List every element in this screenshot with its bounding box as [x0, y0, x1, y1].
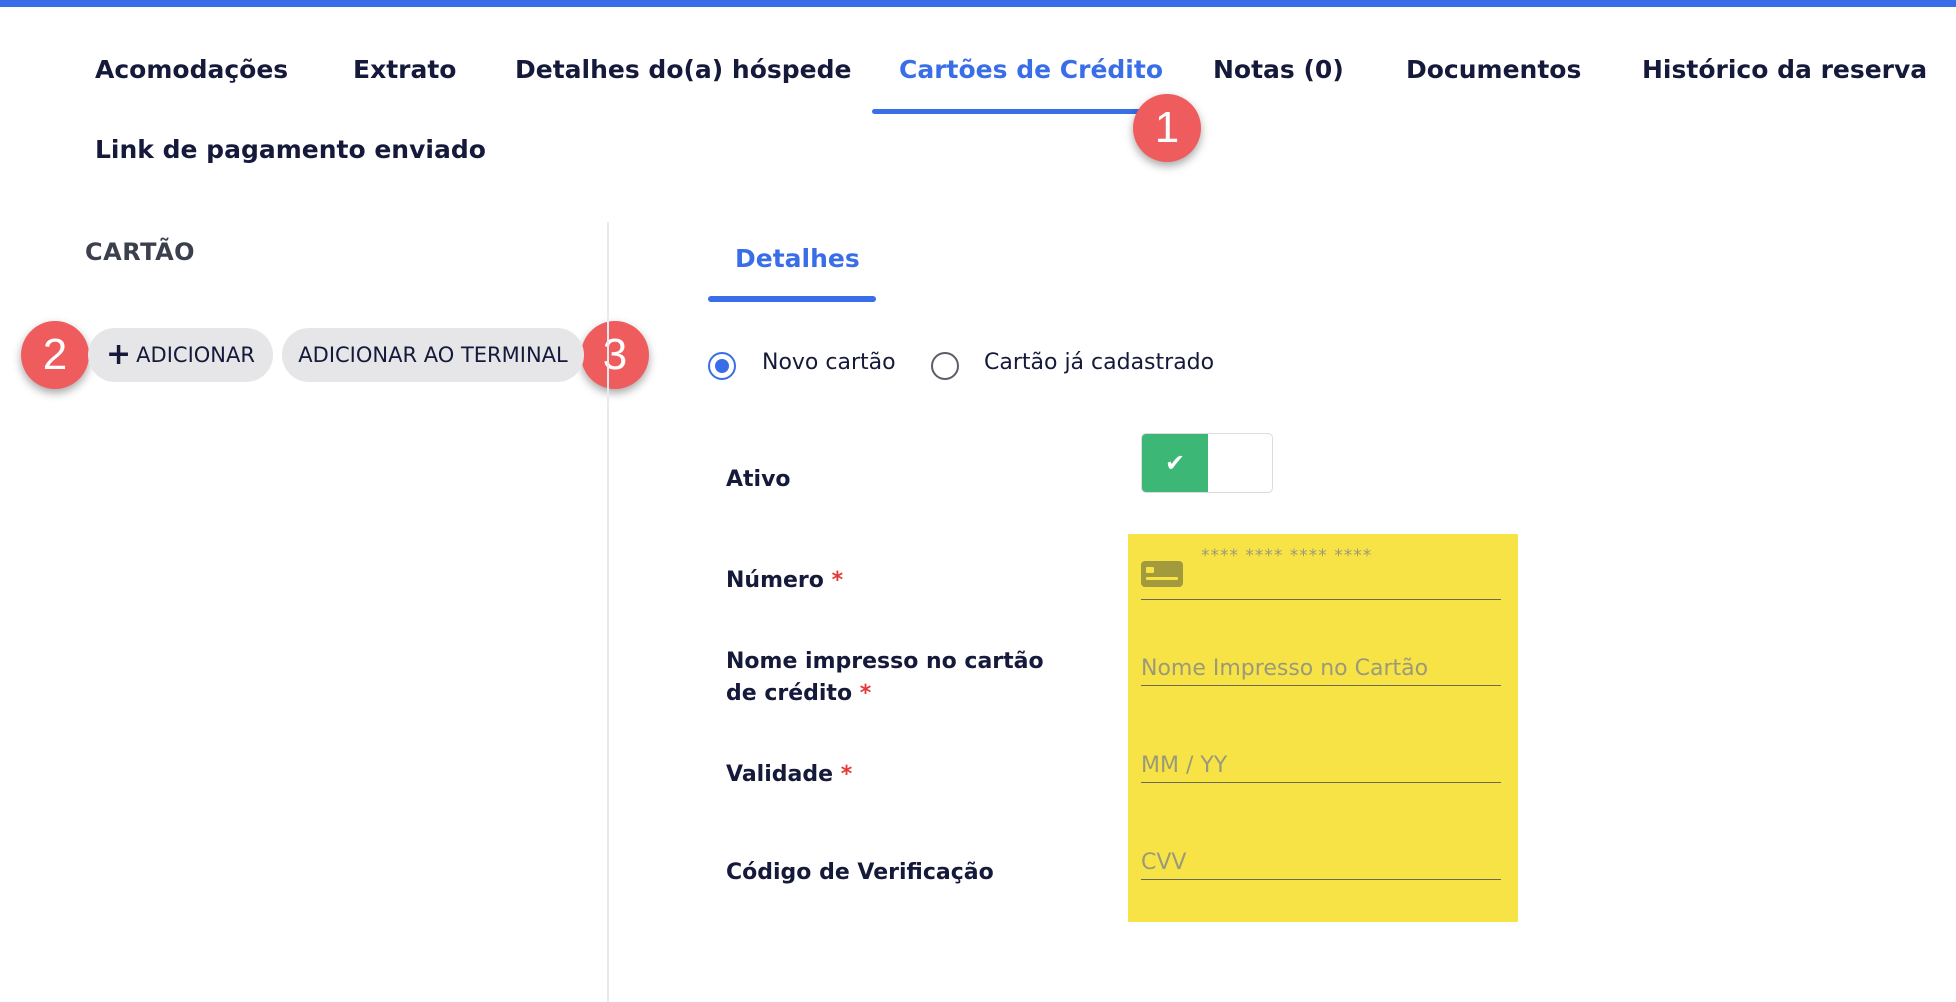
tab-documentos[interactable]: Documentos: [1406, 55, 1581, 84]
active-label: Ativo: [726, 467, 791, 492]
tab-detalhes[interactable]: Detalhes: [735, 244, 860, 273]
expiry-label-text: Validade: [726, 762, 834, 787]
expiry-input[interactable]: [1141, 748, 1501, 783]
add-to-terminal-label: ADICIONAR AO TERMINAL: [298, 343, 568, 367]
section-divider: [607, 222, 609, 1002]
cvv-label: Código de Verificação: [726, 860, 994, 885]
plus-icon: +: [106, 337, 132, 372]
credit-card-icon: [1141, 561, 1183, 587]
cvv-input[interactable]: [1141, 845, 1501, 880]
add-card-label: ADICIONAR: [136, 343, 255, 367]
name-label-text: Nome impresso no cartão de crédito: [726, 649, 1044, 706]
check-icon: ✔: [1142, 434, 1208, 492]
radio-cartao-cadastrado-label: Cartão já cadastrado: [984, 350, 1215, 375]
radio-cartao-cadastrado[interactable]: [931, 352, 959, 380]
tab-acomodacoes[interactable]: Acomodações: [95, 55, 288, 84]
subtab-indicator: [708, 296, 876, 302]
annotation-badge-3: 3: [581, 321, 649, 389]
tab-extrato[interactable]: Extrato: [353, 55, 456, 84]
card-section-title: CARTÃO: [85, 238, 196, 266]
annotation-badge-1: 1: [1133, 94, 1201, 162]
required-mark: *: [831, 568, 844, 593]
expiry-label: Validade *: [726, 759, 852, 791]
tab-notas[interactable]: Notas (0): [1213, 55, 1344, 84]
card-number-input[interactable]: [1141, 535, 1501, 600]
required-mark: *: [840, 762, 853, 787]
tab-detalhes-hospede[interactable]: Detalhes do(a) hóspede: [515, 55, 852, 84]
required-mark: *: [859, 681, 872, 706]
cardholder-name-input[interactable]: [1141, 651, 1501, 686]
add-to-terminal-button[interactable]: ADICIONAR AO TERMINAL: [282, 328, 584, 382]
tab-cartoes-de-credito[interactable]: Cartões de Crédito: [899, 55, 1163, 84]
tab-link-pagamento[interactable]: Link de pagamento enviado: [95, 135, 486, 164]
annotation-badge-2: 2: [21, 321, 89, 389]
name-label: Nome impresso no cartão de crédito *: [726, 646, 1066, 710]
radio-novo-cartao[interactable]: [708, 352, 736, 380]
number-label-text: Número: [726, 568, 824, 593]
active-toggle[interactable]: ✔: [1141, 433, 1273, 493]
active-tab-indicator: [872, 109, 1149, 114]
number-label: Número *: [726, 565, 843, 597]
radio-novo-cartao-label: Novo cartão: [762, 350, 896, 375]
tab-historico-reserva[interactable]: Histórico da reserva: [1642, 55, 1927, 84]
add-card-button[interactable]: + ADICIONAR: [88, 328, 273, 382]
top-accent-bar: [0, 0, 1956, 7]
